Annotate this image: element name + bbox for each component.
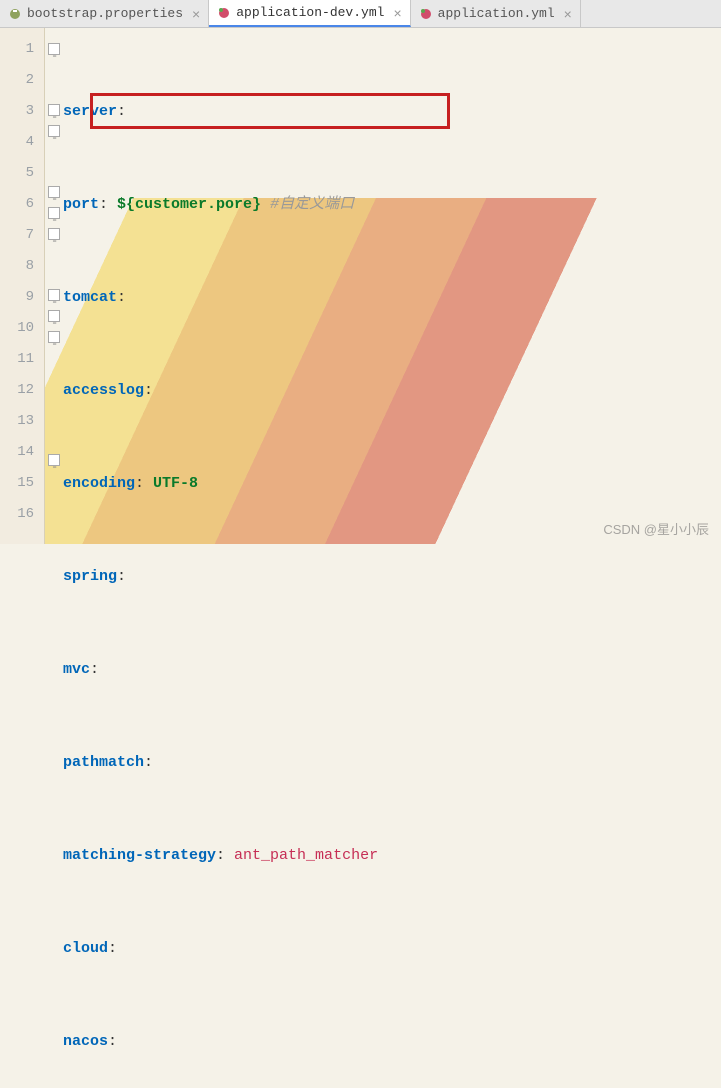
fold-toggle-icon[interactable] — [48, 310, 60, 322]
code-line: server: — [63, 96, 486, 127]
line-number: 16 — [0, 499, 44, 530]
line-number: 1 — [0, 34, 44, 65]
yaml-comment: #自定义端口 — [270, 189, 354, 220]
line-number: 4 — [0, 127, 44, 158]
line-number: 10 — [0, 313, 44, 344]
yaml-key: port — [63, 189, 99, 220]
line-number: 12 — [0, 375, 44, 406]
yaml-key: nacos — [63, 1026, 108, 1057]
fold-toggle-icon[interactable] — [48, 186, 60, 198]
code-line: nacos: — [63, 1026, 486, 1057]
yaml-value: UTF-8 — [153, 468, 198, 499]
fold-toggle-icon[interactable] — [48, 43, 60, 55]
code-editor[interactable]: 1 2 3 4 5 6 7 8 9 10 11 12 13 14 15 16 s… — [0, 28, 721, 544]
tab-application-yml[interactable]: application.yml × — [411, 0, 581, 27]
fold-toggle-icon[interactable] — [48, 125, 60, 137]
line-number: 3 — [0, 96, 44, 127]
watermark-text: CSDN @星小小辰 — [603, 519, 709, 538]
fold-toggle-icon[interactable] — [48, 289, 60, 301]
line-number: 8 — [0, 251, 44, 282]
properties-file-icon — [8, 7, 22, 21]
line-number: 14 — [0, 437, 44, 468]
yaml-key: spring — [63, 561, 117, 592]
line-number: 9 — [0, 282, 44, 313]
tab-bootstrap-properties[interactable]: bootstrap.properties × — [0, 0, 209, 27]
yaml-key: server — [63, 96, 117, 127]
code-line: cloud: — [63, 933, 486, 964]
fold-toggle-icon[interactable] — [48, 104, 60, 116]
yaml-file-icon — [419, 7, 433, 21]
line-number: 15 — [0, 468, 44, 499]
line-number-gutter: 1 2 3 4 5 6 7 8 9 10 11 12 13 14 15 16 — [0, 28, 45, 544]
yaml-key: encoding — [63, 468, 135, 499]
close-icon[interactable]: × — [564, 6, 572, 22]
code-area[interactable]: server: port: ${customer.pore} #自定义端口 to… — [63, 28, 486, 544]
code-line: port: ${customer.pore} #自定义端口 — [63, 189, 486, 220]
line-number: 6 — [0, 189, 44, 220]
fold-column — [45, 28, 63, 544]
tab-application-dev-yml[interactable]: application-dev.yml × — [209, 0, 410, 27]
yaml-key: pathmatch — [63, 747, 144, 778]
line-number: 13 — [0, 406, 44, 437]
tab-label: application-dev.yml — [236, 5, 384, 20]
fold-toggle-icon[interactable] — [48, 207, 60, 219]
editor-tab-bar: bootstrap.properties × application-dev.y… — [0, 0, 721, 28]
yaml-key: accesslog — [63, 375, 144, 406]
code-line: matching-strategy: ant_path_matcher — [63, 840, 486, 871]
line-number: 5 — [0, 158, 44, 189]
tab-label: application.yml — [438, 6, 555, 21]
yaml-key: cloud — [63, 933, 108, 964]
yaml-key: mvc — [63, 654, 90, 685]
code-line: mvc: — [63, 654, 486, 685]
yaml-key: matching-strategy — [63, 840, 216, 871]
close-icon[interactable]: × — [192, 6, 200, 22]
code-line: spring: — [63, 561, 486, 592]
close-icon[interactable]: × — [393, 5, 401, 21]
line-number: 11 — [0, 344, 44, 375]
yaml-value: ${customer.pore} — [117, 189, 261, 220]
yaml-file-icon — [217, 6, 231, 20]
tab-label: bootstrap.properties — [27, 6, 183, 21]
code-line: tomcat: — [63, 282, 486, 313]
line-number: 2 — [0, 65, 44, 96]
code-line: encoding: UTF-8 — [63, 468, 486, 499]
yaml-value: ant_path_matcher — [234, 840, 378, 871]
fold-toggle-icon[interactable] — [48, 331, 60, 343]
line-number: 7 — [0, 220, 44, 251]
fold-toggle-icon[interactable] — [48, 228, 60, 240]
yaml-key: tomcat — [63, 282, 117, 313]
code-line: accesslog: — [63, 375, 486, 406]
code-line: pathmatch: — [63, 747, 486, 778]
fold-toggle-icon[interactable] — [48, 454, 60, 466]
